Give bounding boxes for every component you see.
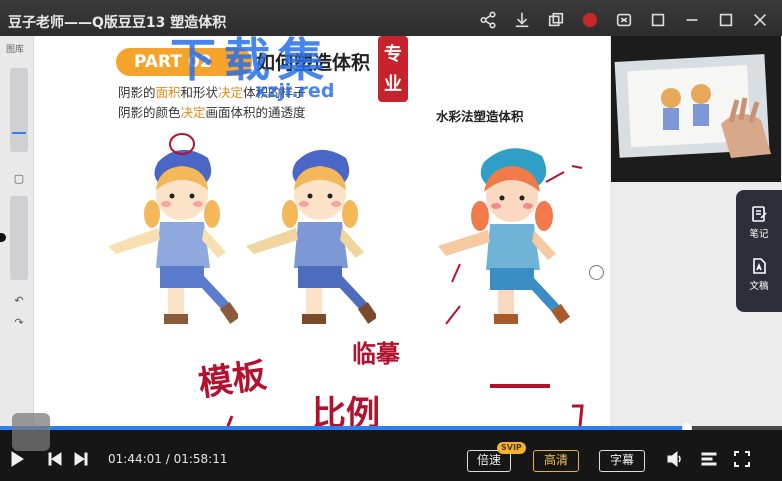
play-icon[interactable] <box>8 450 26 468</box>
layers-icon[interactable] <box>546 10 566 30</box>
share-icon[interactable] <box>478 10 498 30</box>
rail-label: 图库 <box>6 45 25 55</box>
download-icon[interactable] <box>512 10 532 30</box>
total-time: 01:58:11 <box>173 452 228 466</box>
record-icon[interactable] <box>580 10 600 30</box>
maximize-icon[interactable] <box>716 10 736 30</box>
seal-stamp: 专业 <box>378 36 408 102</box>
subtitle-button[interactable]: 字幕 <box>599 450 645 472</box>
svip-badge: SVIP <box>497 442 526 454</box>
note-icon <box>752 206 767 222</box>
redo-icon: ↷ <box>14 316 24 329</box>
screen-icon[interactable] <box>614 10 634 30</box>
playlist-icon[interactable] <box>700 450 718 468</box>
video-frame[interactable]: 图库 ▢ ↶ ↷ PART 02 如何塑造体积 阴影的面积和形状决定体积的样子 … <box>0 36 610 428</box>
brush-size-slider <box>10 68 28 152</box>
pin-icon[interactable] <box>648 10 668 30</box>
note-button[interactable]: 笔记 <box>736 204 782 240</box>
undo-icon: ↶ <box>14 294 24 307</box>
next-icon[interactable] <box>72 450 90 468</box>
video-title: 豆子老师——Q版豆豆13 塑造体积 <box>8 15 227 31</box>
document-ai-icon <box>753 258 766 274</box>
time-display: 01:44:01 / 01:58:11 <box>108 452 228 466</box>
teacher-camera-feed <box>611 36 781 182</box>
document-ai-button[interactable]: 文稿 <box>736 256 782 292</box>
opacity-slider <box>10 196 28 280</box>
annotation-strokes <box>169 133 584 426</box>
drawing-app-rail: 图库 ▢ ↶ ↷ <box>0 36 34 428</box>
video-player-window: 豆子老师——Q版豆豆13 塑造体积 图库 ▢ ↶ ↷ PART 02 如何塑造体… <box>0 0 782 481</box>
current-time: 01:44:01 <box>108 452 162 466</box>
square-icon: ▢ <box>13 172 25 185</box>
quality-button[interactable]: 高清 <box>533 450 579 472</box>
volume-icon[interactable] <box>666 450 684 468</box>
minimize-icon[interactable] <box>682 10 702 30</box>
fullscreen-icon[interactable] <box>733 450 751 468</box>
floating-avatar[interactable] <box>12 413 50 451</box>
player-controls: 01:44:01 / 01:58:11 倍速 SVIP 高清 字幕 <box>0 430 782 481</box>
tool-panel: 笔记 文稿 <box>736 190 782 312</box>
drag-handle[interactable] <box>589 265 604 280</box>
previous-icon[interactable] <box>46 450 64 468</box>
close-icon[interactable] <box>750 10 770 30</box>
